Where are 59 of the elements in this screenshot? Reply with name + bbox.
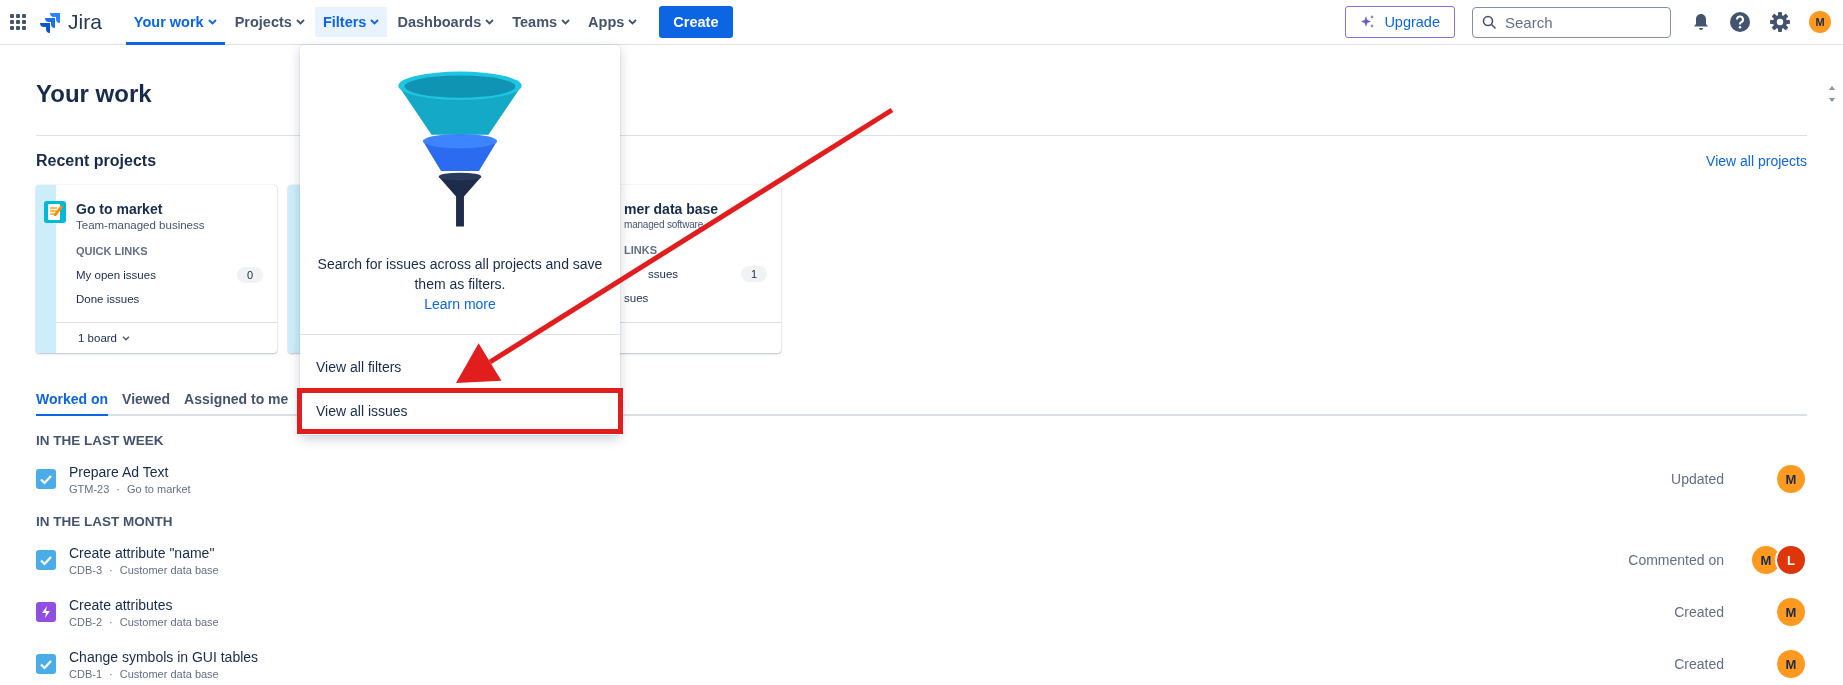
group-heading: IN THE LAST WEEK <box>36 433 165 448</box>
count-badge: 0 <box>236 267 263 283</box>
user-avatar: L <box>1775 544 1807 576</box>
issue-title[interactable]: Change symbols in GUI tables <box>69 648 1662 665</box>
separator-dot: · <box>109 667 113 680</box>
activity-label: Created <box>1674 656 1724 672</box>
issue-project: Customer data base <box>119 667 219 680</box>
quick-link[interactable]: ssues <box>624 268 679 280</box>
issue-title[interactable]: Prepare Ad Text <box>69 463 1659 480</box>
issue-key: CDB-1 <box>69 667 102 680</box>
issue-title[interactable]: Create attribute "name" <box>69 544 1616 561</box>
project-name[interactable]: mer data base <box>624 201 767 217</box>
issue-key: GTM-23 <box>69 482 110 495</box>
separator-dot: · <box>109 615 113 628</box>
activity-label: Created <box>1674 604 1724 620</box>
tab[interactable]: Assigned to me <box>184 391 289 416</box>
product-name[interactable]: Jira <box>68 10 102 34</box>
create-button[interactable]: Create <box>659 6 733 38</box>
view-all-projects-link[interactable]: View all projects <box>1706 153 1807 169</box>
project-card[interactable]: Go to market Team-managed business QUICK LINKS My open issues 0 Done issues 1 board <box>36 185 277 353</box>
tab[interactable]: Viewed <box>122 391 171 416</box>
group-heading: IN THE LAST MONTH <box>36 514 174 529</box>
user-avatar: M <box>1775 596 1807 628</box>
quick-link[interactable]: My open issues <box>76 269 156 281</box>
issue-key: CDB-2 <box>69 615 102 628</box>
issue-title[interactable]: Create attributes <box>69 596 1662 613</box>
project-type: managed software <box>624 219 705 230</box>
learn-more-link[interactable]: Learn more <box>424 296 496 312</box>
count-badge: 1 <box>740 266 767 282</box>
nav-menu[interactable]: Teams <box>504 0 579 45</box>
issue-project: Customer data base <box>119 563 219 576</box>
issue-key: CDB-3 <box>69 563 102 576</box>
nav-menu[interactable]: Projects <box>226 0 313 45</box>
issue-project: Customer data base <box>119 615 219 628</box>
boards-dropdown[interactable]: 1 board <box>78 332 130 344</box>
section-heading: Recent projects <box>36 152 157 170</box>
activity-label: Updated <box>1671 471 1724 487</box>
upgrade-button[interactable]: Upgrade <box>1345 6 1455 38</box>
nav-menu[interactable]: Apps <box>580 0 646 45</box>
page-title: Your work <box>36 80 152 108</box>
search-field[interactable]: Search <box>1472 6 1671 38</box>
separator-dot: · <box>109 563 113 576</box>
activity-label: Commented on <box>1628 552 1724 568</box>
user-avatar: M <box>1775 648 1807 680</box>
menu-item[interactable]: View all filters <box>316 359 402 375</box>
user-avatar: M <box>1775 463 1807 495</box>
quick-link[interactable]: sues <box>624 292 649 304</box>
project-type: Team-managed business <box>76 219 205 231</box>
menu-item[interactable]: View all issues <box>316 403 408 419</box>
project-name[interactable]: Go to market <box>76 201 205 217</box>
issue-project: Go to market <box>127 482 191 495</box>
separator-dot: · <box>116 482 120 495</box>
quick-links-label: LINKS <box>624 244 658 256</box>
nav-menu[interactable]: Your work <box>125 0 225 45</box>
nav-menu[interactable]: Dashboards <box>389 0 503 45</box>
quick-links-label: QUICK LINKS <box>76 245 149 257</box>
user-avatar[interactable]: M <box>1809 11 1831 33</box>
quick-link[interactable]: Done issues <box>76 293 140 305</box>
tab[interactable]: Worked on <box>36 391 109 416</box>
